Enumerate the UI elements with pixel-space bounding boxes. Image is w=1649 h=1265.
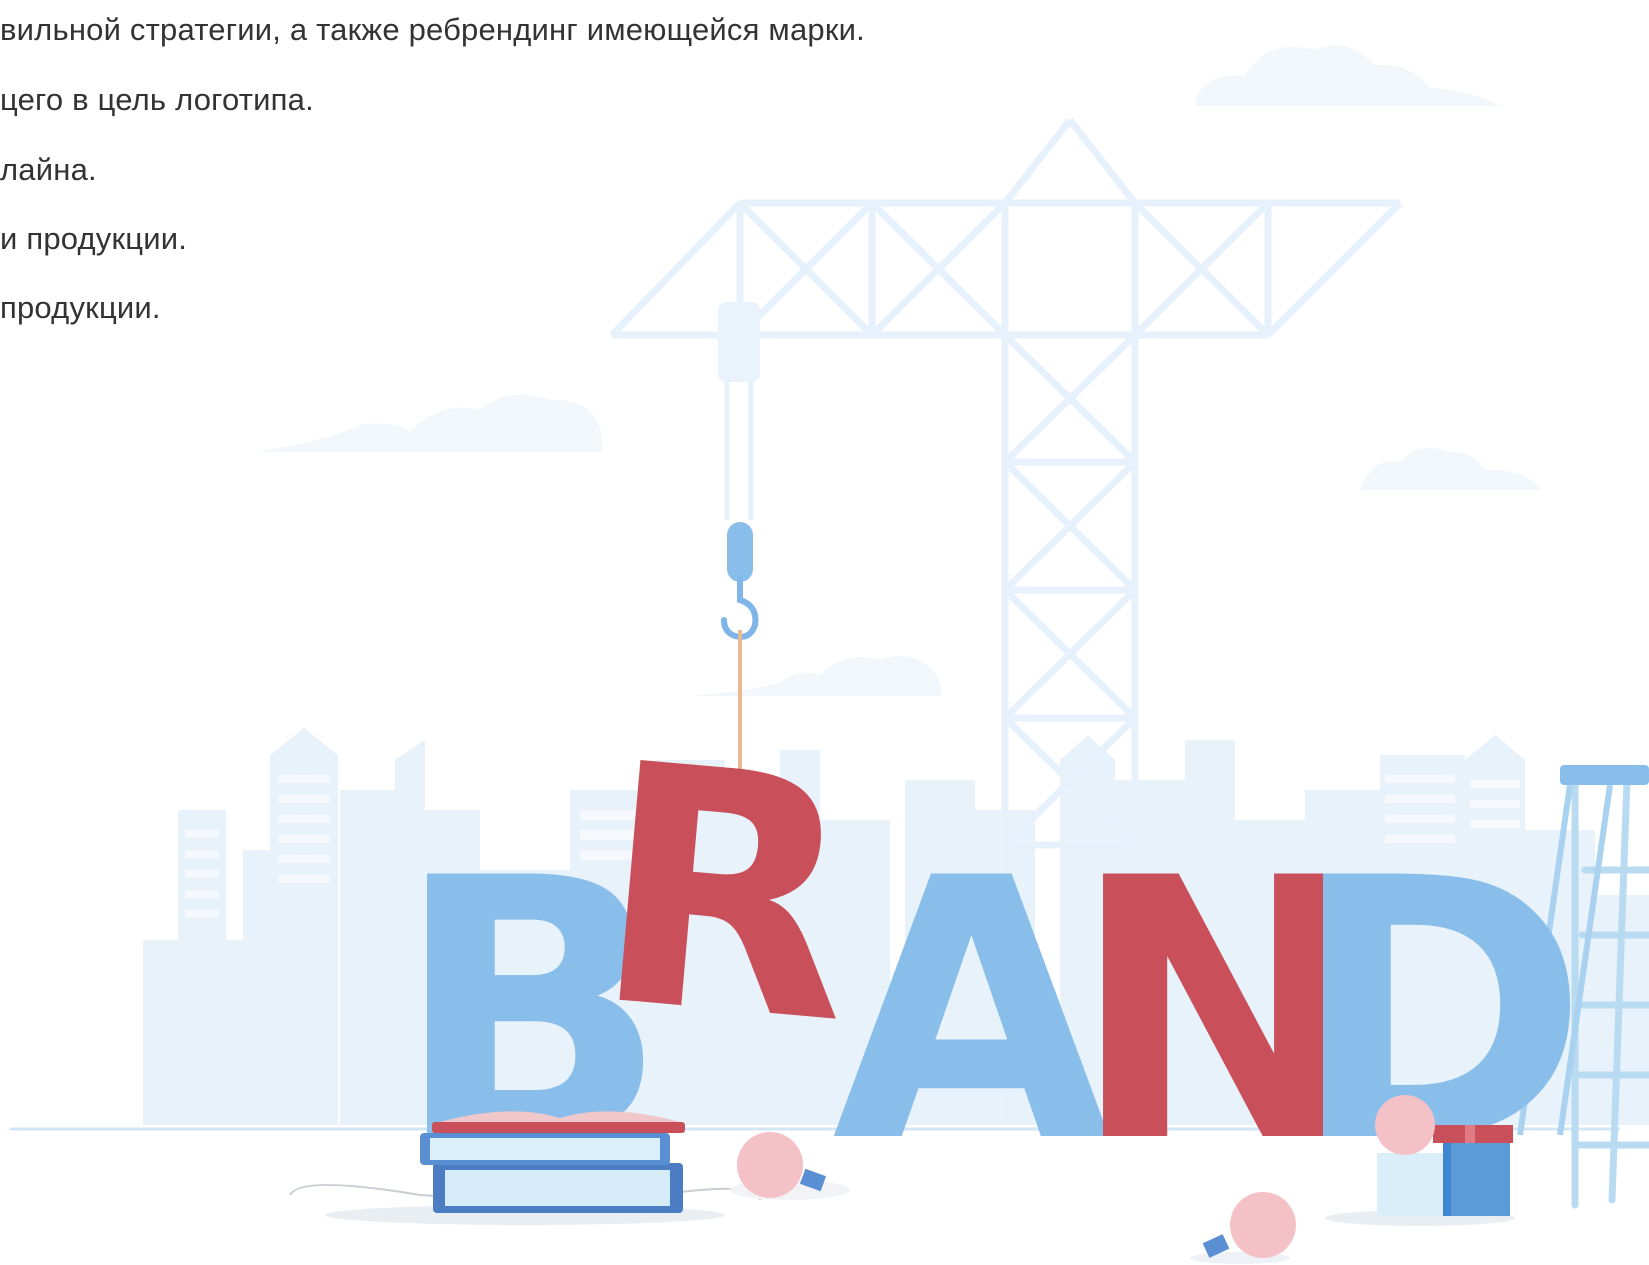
cloud-right-middle <box>1360 447 1540 490</box>
crane-trolley <box>718 302 760 382</box>
ladder-top <box>1560 765 1649 785</box>
brand-construction-illustration: B R A N D <box>10 45 1649 1264</box>
hook-icon <box>721 577 759 640</box>
cloud-center <box>690 656 942 696</box>
hook-block <box>727 522 753 582</box>
clouds <box>255 45 1540 696</box>
letter-r: R <box>583 692 870 1097</box>
cloud-left <box>255 394 603 452</box>
cloud-top-right <box>1195 45 1500 106</box>
